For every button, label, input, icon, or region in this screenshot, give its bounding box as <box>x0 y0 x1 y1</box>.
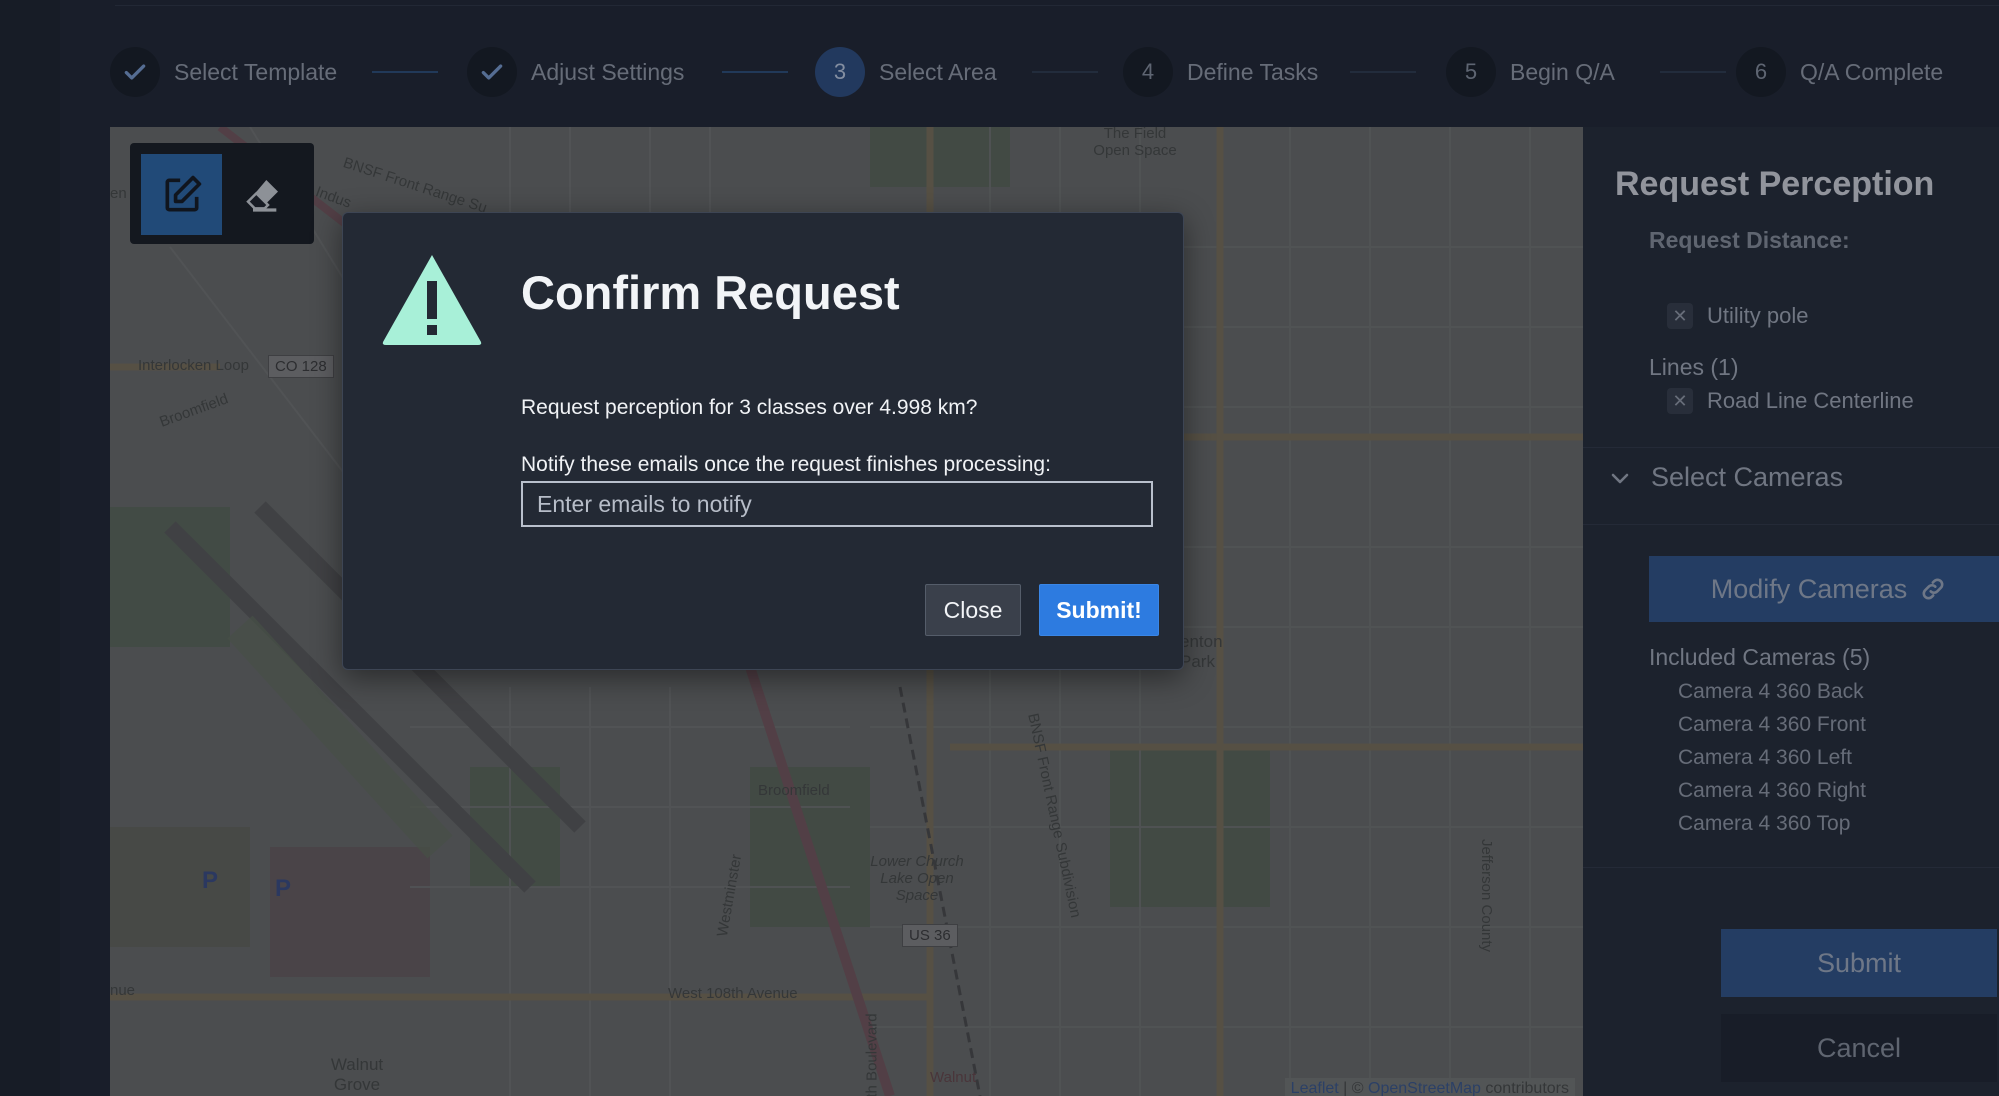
confirm-request-modal: Confirm Request Request perception for 3… <box>342 212 1184 670</box>
submit-button[interactable]: Submit! <box>1039 584 1159 636</box>
modal-question: Request perception for 3 classes over 4.… <box>521 396 978 419</box>
notify-label: Notify these emails once the request fin… <box>521 453 1051 476</box>
close-button[interactable]: Close <box>925 584 1021 636</box>
notify-email-input[interactable] <box>521 481 1153 527</box>
warning-icon <box>382 255 482 345</box>
modal-title: Confirm Request <box>521 266 900 319</box>
